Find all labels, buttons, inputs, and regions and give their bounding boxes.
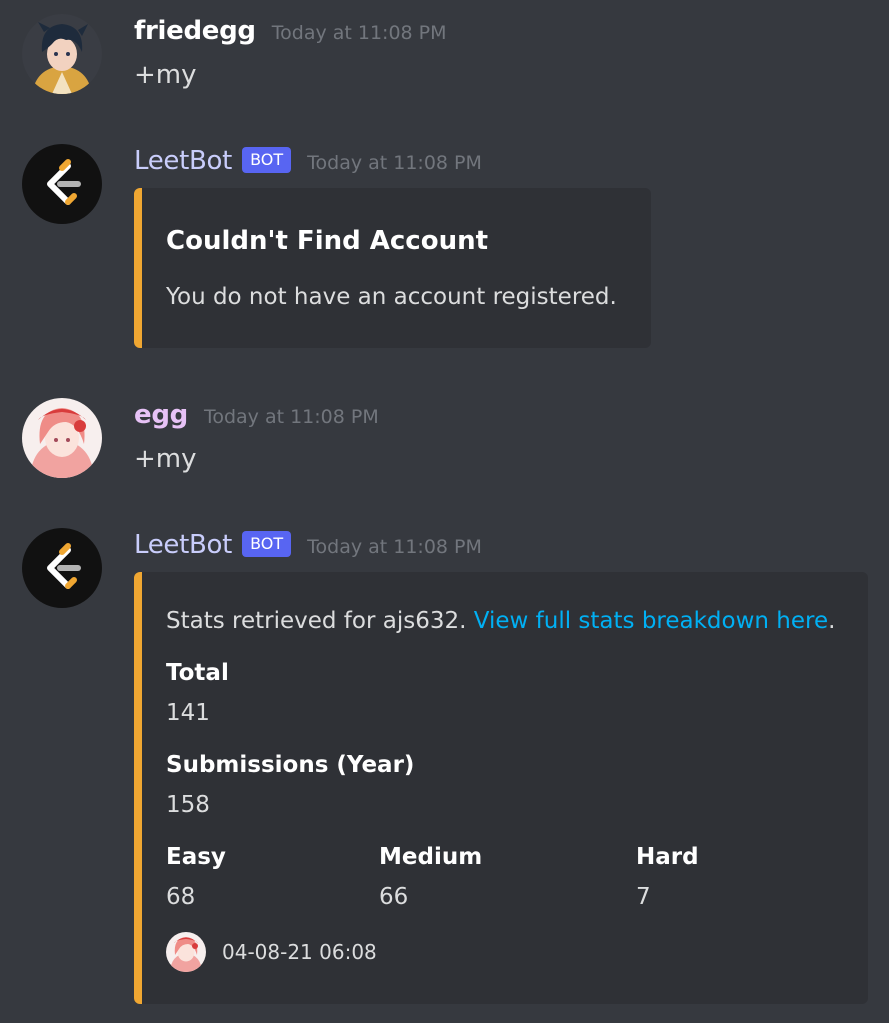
- bot-tag-badge: BOT: [242, 147, 292, 173]
- message-content: +my: [134, 60, 197, 90]
- leetcode-logo-icon: [22, 144, 102, 224]
- username[interactable]: LeetBot: [134, 530, 232, 560]
- bot-avatar-leetbot[interactable]: [22, 144, 102, 224]
- field-name-hard: Hard: [636, 844, 699, 870]
- username[interactable]: LeetBot: [134, 146, 232, 176]
- embed-title: Couldn't Find Account: [166, 226, 489, 256]
- embed-description: You do not have an account registered.: [166, 284, 617, 310]
- anime-girl-avatar-icon: [166, 932, 206, 972]
- bot-avatar-leetbot[interactable]: [22, 528, 102, 608]
- username[interactable]: friedegg: [134, 16, 256, 46]
- message-timestamp: Today at 11:08 PM: [307, 152, 482, 174]
- embed-description-period: .: [828, 608, 836, 634]
- anime-boy-avatar-icon: [22, 14, 102, 94]
- field-name-submissions: Submissions (Year): [166, 752, 415, 778]
- footer-timestamp: 04-08-21 06:08: [222, 940, 377, 964]
- embed-footer: 04-08-21 06:08: [166, 932, 377, 972]
- field-value-hard: 7: [636, 884, 651, 910]
- username[interactable]: egg: [134, 400, 188, 430]
- field-name-total: Total: [166, 660, 229, 686]
- stats-breakdown-link[interactable]: View full stats breakdown here: [474, 608, 828, 634]
- embed-description: Stats retrieved for ajs632. View full st…: [166, 608, 835, 634]
- anime-girl-avatar-icon: [22, 398, 102, 478]
- message-timestamp: Today at 11:08 PM: [203, 406, 379, 428]
- field-name-easy: Easy: [166, 844, 226, 870]
- field-name-medium: Medium: [379, 844, 483, 870]
- field-value-medium: 66: [379, 884, 409, 910]
- message-content: +my: [134, 444, 197, 474]
- field-value-submissions: 158: [166, 792, 210, 818]
- chat-messages: friedegg Today at 11:08 PM +my LeetBot B…: [0, 0, 889, 1023]
- embed-card: Stats retrieved for ajs632. View full st…: [134, 572, 868, 1004]
- embed-description-text: Stats retrieved for ajs632.: [166, 608, 474, 634]
- message-timestamp: Today at 11:08 PM: [271, 22, 447, 44]
- user-avatar-friedegg[interactable]: [22, 14, 102, 94]
- embed-card: Couldn't Find Account You do not have an…: [134, 188, 651, 348]
- message-timestamp: Today at 11:08 PM: [307, 536, 482, 558]
- user-avatar-egg[interactable]: [22, 398, 102, 478]
- footer-avatar: [166, 932, 206, 972]
- bot-tag-badge: BOT: [242, 531, 292, 557]
- field-value-easy: 68: [166, 884, 196, 910]
- field-value-total: 141: [166, 700, 210, 726]
- leetcode-logo-icon: [22, 528, 102, 608]
